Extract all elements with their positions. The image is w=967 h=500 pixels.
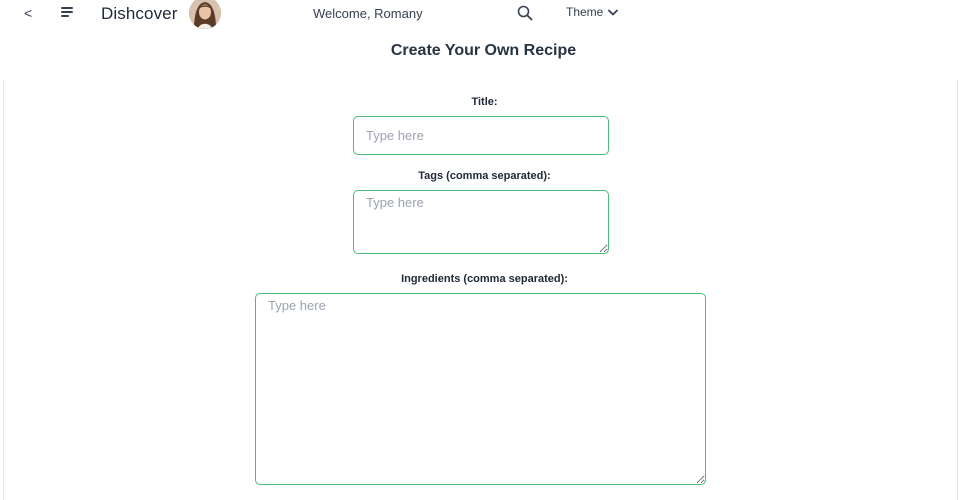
tags-textarea[interactable]	[353, 190, 609, 254]
welcome-text: Welcome, Romany	[313, 6, 423, 21]
recipe-form-card: Title: Tags (comma separated): Ingredien…	[3, 80, 958, 500]
hamburger-menu-icon[interactable]	[61, 7, 75, 19]
chevron-down-icon	[608, 9, 619, 15]
tags-label: Tags (comma separated):	[418, 170, 551, 182]
back-button[interactable]: <	[24, 5, 32, 21]
theme-label: Theme	[566, 5, 604, 19]
page-title: Create Your Own Recipe	[390, 42, 577, 59]
theme-dropdown[interactable]: Theme	[566, 5, 619, 19]
title-input[interactable]	[353, 116, 609, 155]
ingredients-label: Ingredients (comma separated):	[401, 273, 568, 285]
avatar[interactable]	[189, 0, 221, 29]
search-icon[interactable]	[516, 4, 534, 22]
top-navbar: < Dishcover Welcome, Romany Theme	[0, 0, 967, 30]
avatar-image	[189, 0, 221, 29]
brand-name[interactable]: Dishcover	[101, 4, 177, 24]
ingredients-textarea[interactable]	[255, 293, 706, 485]
title-label: Title:	[471, 96, 498, 108]
